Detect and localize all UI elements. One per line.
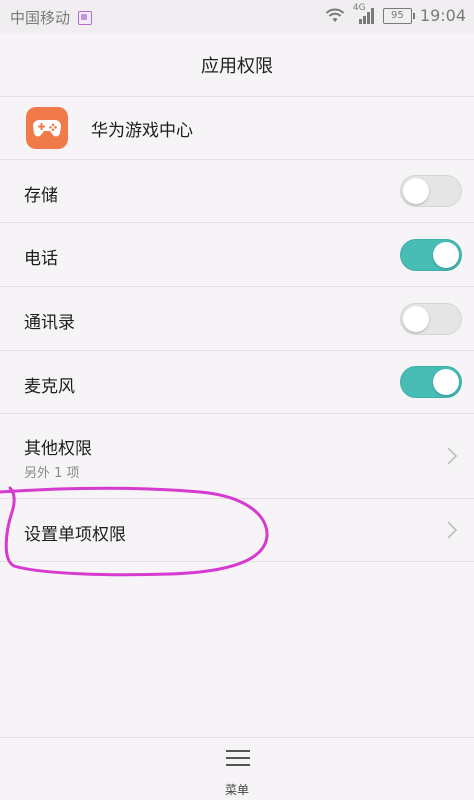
- permission-row-contacts[interactable]: 通讯录: [0, 286, 474, 350]
- permission-row-storage[interactable]: 存储: [0, 159, 474, 222]
- gamepad-icon: [33, 120, 61, 137]
- toggle-knob: [403, 306, 429, 332]
- toggle-knob: [403, 178, 429, 204]
- storage-toggle[interactable]: [400, 175, 462, 207]
- cell-signal: 4G: [353, 3, 375, 25]
- menu-button-label[interactable]: 菜单: [0, 781, 474, 798]
- permission-row-phone[interactable]: 电话: [0, 222, 474, 286]
- wifi-icon: [325, 8, 345, 22]
- clock: 19:04: [419, 6, 466, 25]
- bottom-menu-bar: 菜单: [0, 737, 474, 800]
- single-permission-row[interactable]: 设置单项权限: [0, 498, 474, 562]
- status-right: 4G 95 19:04: [325, 3, 466, 25]
- chevron-right-icon: [447, 521, 458, 539]
- chevron-right-icon: [447, 447, 458, 465]
- status-bar: 中国移动 4G 95 19:04: [0, 0, 474, 34]
- other-permissions-count: 另外 1 项: [24, 466, 80, 481]
- other-permissions-row[interactable]: 其他权限 另外 1 项: [0, 413, 474, 498]
- toggle-knob: [433, 369, 459, 395]
- app-icon: [26, 107, 68, 149]
- permission-row-microphone[interactable]: 麦克风: [0, 350, 474, 413]
- contacts-toggle[interactable]: [400, 303, 462, 335]
- phone-toggle[interactable]: [400, 239, 462, 271]
- permission-label: 麦克风: [24, 377, 75, 397]
- carrier-label: 中国移动: [10, 9, 71, 27]
- menu-icon[interactable]: [226, 748, 250, 768]
- battery-icon: 95: [382, 7, 415, 24]
- app-permissions-screen: 中国移动 4G 95 19:04 应用权限 华为游戏中心 存储 电话 通讯录 麦…: [0, 0, 474, 800]
- permission-label: 通讯录: [24, 313, 75, 333]
- app-info-row: 华为游戏中心: [0, 97, 474, 159]
- title-bar: 应用权限: [0, 34, 474, 97]
- permission-label: 电话: [24, 249, 58, 269]
- single-permission-label: 设置单项权限: [24, 525, 126, 545]
- notification-app-icon: [78, 10, 93, 25]
- permission-label: 存储: [24, 186, 58, 206]
- battery-level: 95: [391, 9, 404, 21]
- status-left: 中国移动: [10, 7, 93, 28]
- other-permissions-label: 其他权限: [24, 439, 92, 459]
- app-name: 华为游戏中心: [91, 121, 193, 141]
- microphone-toggle[interactable]: [400, 366, 462, 398]
- toggle-knob: [433, 242, 459, 268]
- signal-icon: [358, 7, 374, 24]
- page-title: 应用权限: [201, 56, 273, 77]
